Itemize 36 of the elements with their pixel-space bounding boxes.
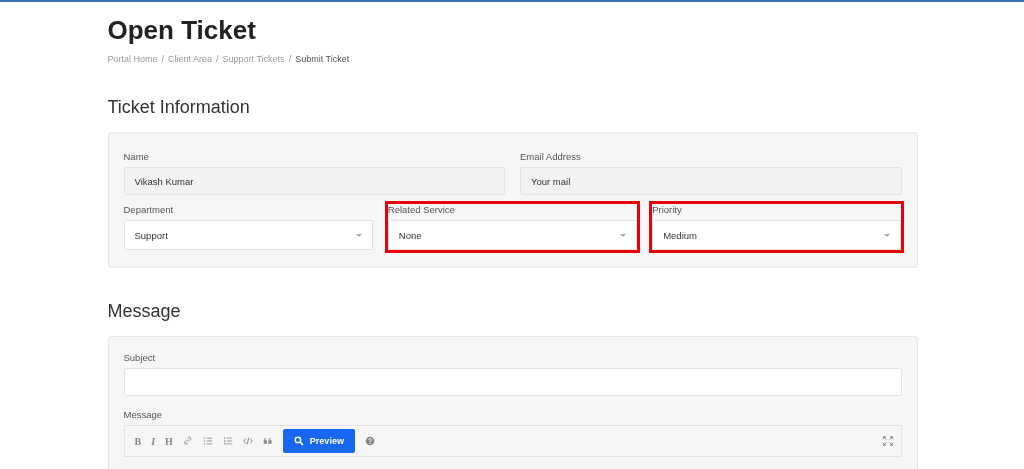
search-icon bbox=[293, 436, 304, 446]
breadcrumb-link[interactable]: Client Area bbox=[168, 54, 213, 64]
select-field[interactable]: None bbox=[387, 220, 638, 250]
format-button[interactable]: I bbox=[151, 435, 156, 447]
breadcrumb-separator: / bbox=[288, 54, 292, 64]
breadcrumb-current: Submit Ticket bbox=[295, 54, 350, 64]
field-label: Subject bbox=[123, 352, 157, 363]
breadcrumb-link[interactable]: Portal Home bbox=[107, 54, 158, 64]
section-heading: Message bbox=[107, 300, 182, 322]
breadcrumb-link[interactable]: Support Tickets bbox=[222, 54, 285, 64]
help-icon[interactable] bbox=[364, 436, 375, 446]
field-label: Email Address bbox=[520, 151, 582, 162]
section-heading: Ticket Information bbox=[107, 96, 251, 118]
field-label: Priority bbox=[652, 204, 683, 215]
bullet-list-icon[interactable] bbox=[202, 436, 213, 446]
link-icon[interactable] bbox=[182, 436, 193, 446]
select-field[interactable]: Medium bbox=[652, 220, 902, 250]
input-field[interactable] bbox=[123, 368, 902, 396]
caret-icon bbox=[620, 233, 627, 237]
field-label: Department bbox=[123, 204, 175, 215]
field-label: Message bbox=[123, 409, 164, 420]
numbered-list-icon[interactable] bbox=[222, 436, 233, 446]
fullscreen-icon[interactable] bbox=[882, 436, 893, 446]
format-button[interactable]: H bbox=[165, 435, 173, 447]
preview-button[interactable]: Preview bbox=[282, 429, 355, 453]
select-field[interactable]: Support bbox=[123, 220, 373, 250]
field-label: Related Service bbox=[387, 204, 456, 215]
field-label: Name bbox=[123, 151, 150, 162]
quote-icon[interactable] bbox=[262, 436, 273, 446]
page-title: Open Ticket bbox=[107, 15, 257, 45]
format-button[interactable]: B bbox=[134, 435, 142, 447]
code-icon[interactable] bbox=[242, 436, 253, 446]
breadcrumb-separator: / bbox=[216, 54, 219, 64]
breadcrumb-separator: / bbox=[161, 54, 165, 64]
caret-icon bbox=[884, 233, 891, 237]
caret-icon bbox=[355, 233, 362, 237]
